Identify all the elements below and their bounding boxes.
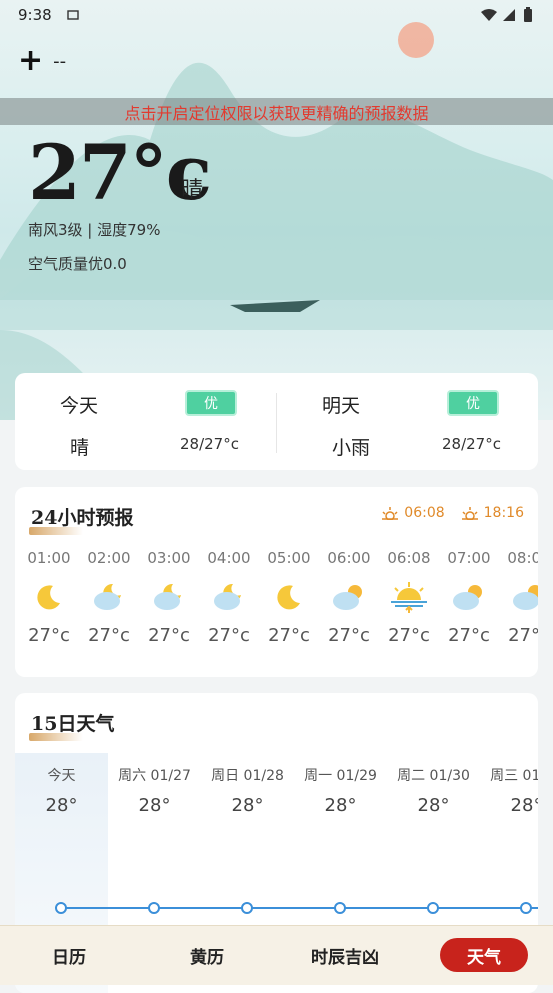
cloudy-day-icon xyxy=(499,571,538,623)
hour-temp: 27°c xyxy=(448,625,490,646)
battery-icon xyxy=(523,7,533,27)
day-high: 28° xyxy=(45,795,78,816)
sun-times: 06:08 18:16 xyxy=(381,505,524,521)
today-summary[interactable]: 今天 优 晴 28/27°c xyxy=(15,373,276,470)
signal-icon xyxy=(502,7,516,26)
moon-icon xyxy=(259,571,319,623)
day-high: 28° xyxy=(231,795,264,816)
hour-item: 04:00 27°c xyxy=(199,549,259,646)
sunrise-time: 06:08 xyxy=(381,505,445,521)
hour-temp: 27°c xyxy=(268,625,310,646)
day-column[interactable]: 周二 01/30 28° xyxy=(387,765,480,816)
day-high: 28° xyxy=(138,795,171,816)
sunrise-icon xyxy=(382,507,399,520)
hour-time: 01:00 xyxy=(27,549,71,567)
hourly-forecast-card: 24小时预报 06:08 18:16 01:00 27°c 02:00 27°c… xyxy=(15,487,538,677)
summary-range: 28/27°c xyxy=(442,435,501,453)
hour-time: 03:00 xyxy=(147,549,191,567)
hour-item: 01:00 27°c xyxy=(19,549,79,646)
hour-temp: 27°c xyxy=(148,625,190,646)
hour-time: 06:08 xyxy=(387,549,431,567)
hour-time: 07:00 xyxy=(447,549,491,567)
summary-day: 今天 xyxy=(60,395,99,417)
summary-range: 28/27°c xyxy=(180,435,239,453)
wind-humidity: 南风3级 | 湿度79% xyxy=(28,221,161,239)
notification-icon xyxy=(66,7,80,26)
cloudy-day-icon xyxy=(319,571,379,623)
temperature-trend-line xyxy=(55,902,538,914)
status-bar: 9:38 xyxy=(0,0,553,30)
day-label: 今天 xyxy=(47,768,76,784)
hour-temp: 27°c xyxy=(208,625,250,646)
air-quality: 空气质量优0.0 xyxy=(28,255,127,273)
tomorrow-summary[interactable]: 明天 优 小雨 28/27°c xyxy=(277,373,538,470)
daily-title: 15日天气 xyxy=(31,713,115,735)
hour-item: 02:00 27°c xyxy=(79,549,139,646)
day-high: 28° xyxy=(324,795,357,816)
today-tomorrow-card: 今天 优 晴 28/27°c 明天 优 小雨 28/27°c xyxy=(15,373,538,470)
hourly-title: 24小时预报 xyxy=(31,507,134,529)
day-high: 28° xyxy=(510,795,538,816)
day-column[interactable]: 今天 28° xyxy=(15,765,108,816)
add-city-button[interactable]: + xyxy=(18,46,43,76)
hour-temp: 27°c xyxy=(28,625,70,646)
hour-temp: 27°c xyxy=(388,625,430,646)
hour-time: 08:00 xyxy=(507,549,538,567)
sunrise-icon xyxy=(379,571,439,623)
hour-temp: 27°c xyxy=(88,625,130,646)
hour-item: 05:00 27°c xyxy=(259,549,319,646)
aqi-badge: 优 xyxy=(185,390,237,416)
hour-item: 06:00 27°c xyxy=(319,549,379,646)
hour-temp: 27°c xyxy=(508,625,538,646)
hour-time: 05:00 xyxy=(267,549,311,567)
nav-calendar[interactable]: 日历 xyxy=(25,938,113,972)
nav-weather[interactable]: 天气 xyxy=(440,938,528,972)
hour-time: 02:00 xyxy=(87,549,131,567)
moon-icon xyxy=(19,571,79,623)
city-name[interactable]: -- xyxy=(53,51,66,72)
hour-temp: 27°c xyxy=(328,625,370,646)
bottom-navigation: 日历 黄历 时辰吉凶 天气 xyxy=(0,925,553,985)
hour-item: 06:08 27°c xyxy=(379,549,439,646)
status-time: 9:38 xyxy=(18,6,52,24)
day-label: 周三 01/31 xyxy=(490,768,538,784)
day-column[interactable]: 周三 01/31 28° xyxy=(480,765,538,816)
day-label: 周二 01/30 xyxy=(397,768,470,784)
aqi-badge: 优 xyxy=(447,390,499,416)
current-condition: 晴 xyxy=(181,178,204,203)
hour-item: 08:00 27°c xyxy=(499,549,538,646)
day-column[interactable]: 周一 01/29 28° xyxy=(294,765,387,816)
cloudy-night-icon xyxy=(199,571,259,623)
top-bar: + -- xyxy=(18,46,66,76)
location-permission-banner[interactable]: 点击开启定位权限以获取更精确的预报数据 xyxy=(0,98,553,125)
day-label: 周六 01/27 xyxy=(118,768,191,784)
day-label: 周一 01/29 xyxy=(304,768,377,784)
day-high: 28° xyxy=(417,795,450,816)
sunset-time: 18:16 xyxy=(461,505,524,521)
summary-condition: 小雨 xyxy=(332,437,371,459)
day-column[interactable]: 周六 01/27 28° xyxy=(108,765,201,816)
sunset-icon xyxy=(461,507,478,520)
hour-item: 07:00 27°c xyxy=(439,549,499,646)
hour-item: 03:00 27°c xyxy=(139,549,199,646)
wifi-icon xyxy=(480,7,498,26)
cloudy-day-icon xyxy=(439,571,499,623)
hour-time: 06:00 xyxy=(327,549,371,567)
nav-almanac[interactable]: 黄历 xyxy=(163,938,251,972)
day-label: 周日 01/28 xyxy=(211,768,284,784)
cloudy-night-icon xyxy=(79,571,139,623)
hourly-list[interactable]: 01:00 27°c 02:00 27°c 03:00 27°c 04:00 2… xyxy=(15,549,538,669)
day-column[interactable]: 周日 01/28 28° xyxy=(201,765,294,816)
nav-hour-fortune[interactable]: 时辰吉凶 xyxy=(301,938,389,972)
summary-day: 明天 xyxy=(322,395,361,417)
hour-time: 04:00 xyxy=(207,549,251,567)
cloudy-night-icon xyxy=(139,571,199,623)
summary-condition: 晴 xyxy=(70,437,90,459)
